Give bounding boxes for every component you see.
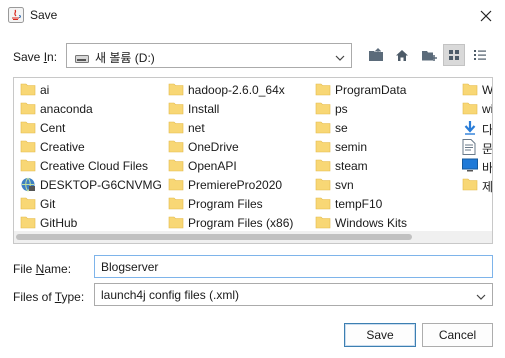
file-item-name: PremierePro2020 <box>188 178 283 192</box>
file-type-label: Files of Type: <box>13 290 85 304</box>
folder-icon <box>20 139 36 154</box>
details-view-icon <box>474 50 486 60</box>
folder-icon <box>315 196 331 211</box>
drive-icon <box>75 52 89 66</box>
folder-icon <box>20 82 36 97</box>
folder-icon <box>20 120 36 135</box>
file-item-name: ProgramData <box>335 83 407 97</box>
folder-icon <box>168 158 184 173</box>
file-item-name: ai <box>40 83 50 97</box>
file-type-select[interactable]: launch4j config files (.xml) <box>94 283 493 306</box>
file-item-name: anaconda <box>40 102 93 116</box>
file-item-name: semin <box>335 140 368 154</box>
new-folder-button[interactable] <box>418 44 440 66</box>
folder-icon <box>462 101 478 116</box>
folder-icon <box>315 215 331 230</box>
close-button[interactable] <box>473 3 499 29</box>
folder-icon <box>315 101 331 116</box>
folder-icon <box>20 158 36 173</box>
file-item-name: hadoop-2.6.0_64x <box>188 83 285 97</box>
folder-icon <box>168 82 184 97</box>
file-name-input[interactable]: Blogserver <box>94 255 493 278</box>
file-item-name: DESKTOP-G6CNVMG <box>40 178 162 192</box>
file-item-name: Windows Kits <box>335 216 408 230</box>
new-folder-icon <box>422 50 437 61</box>
file-item-name: svn <box>335 178 354 192</box>
folder-icon <box>168 177 184 192</box>
file-item-name: Cent <box>40 121 66 135</box>
folder-icon <box>315 139 331 154</box>
file-item-name: W <box>482 83 493 97</box>
file-item-name: Creative <box>40 140 85 154</box>
folder-icon <box>20 215 36 230</box>
file-item-name: 바 <box>482 161 493 175</box>
file-name-value: Blogserver <box>101 260 159 274</box>
file-item-name: net <box>188 121 205 135</box>
list-view-icon <box>449 50 459 60</box>
file-item-name: Git <box>40 197 56 211</box>
desktop-icon <box>462 158 478 173</box>
horizontal-scrollbar[interactable] <box>14 231 492 243</box>
home-button[interactable] <box>391 44 413 66</box>
up-folder-icon <box>369 48 383 61</box>
file-name-label: File Name: <box>13 262 72 276</box>
chevron-down-icon <box>476 290 486 304</box>
file-item-name: 제 <box>482 180 493 194</box>
folder-icon <box>168 120 184 135</box>
window-title: Save <box>30 8 58 22</box>
chevron-down-icon <box>335 51 345 65</box>
file-item-name: OneDrive <box>188 140 239 154</box>
folder-icon <box>462 82 478 97</box>
cancel-button[interactable]: Cancel <box>422 323 493 347</box>
file-item-name: 문 <box>482 142 493 156</box>
look-in-combo[interactable]: 새 볼륨 (D:) <box>66 43 352 68</box>
folder-icon <box>168 215 184 230</box>
document-icon <box>462 139 478 155</box>
close-icon <box>480 10 492 22</box>
save-button[interactable]: Save <box>344 323 416 347</box>
folder-icon <box>462 177 478 192</box>
title-bar: Save <box>0 0 505 32</box>
file-item-name: tempF10 <box>335 197 383 211</box>
network-computer-icon <box>20 177 36 192</box>
file-item-name: GitHub <box>40 216 78 230</box>
file-item-name: se <box>335 121 348 135</box>
folder-icon <box>168 139 184 154</box>
list-view-button[interactable] <box>443 44 465 66</box>
file-item-name: Program Files (x86) <box>188 216 294 230</box>
folder-icon <box>315 82 331 97</box>
folder-icon <box>315 158 331 173</box>
look-in-label: Save In: <box>13 50 58 64</box>
look-in-value: 새 볼륨 (D:) <box>95 51 155 65</box>
folder-icon <box>168 196 184 211</box>
java-icon <box>8 7 24 23</box>
save-dialog: Save Save In: 새 볼륨 (D:) ai anaconda Cent… <box>0 0 505 358</box>
file-item-name: steam <box>335 159 368 173</box>
file-item-name: 다 <box>482 123 493 137</box>
folder-icon <box>315 177 331 192</box>
file-list[interactable]: ai anaconda Cent Creative Creative Cloud Fil… <box>13 77 493 244</box>
scrollbar-thumb[interactable] <box>16 234 412 240</box>
file-item-name: wi <box>482 102 493 116</box>
folder-icon <box>20 101 36 116</box>
file-item-name: Program Files <box>188 197 263 211</box>
file-item-name: OpenAPI <box>188 159 237 173</box>
download-icon <box>462 120 478 135</box>
details-view-button[interactable] <box>469 44 491 66</box>
file-item-name: ps <box>335 102 348 116</box>
folder-icon <box>315 120 331 135</box>
home-icon <box>396 49 408 61</box>
file-item-name: Creative Cloud Files <box>40 159 149 173</box>
file-type-value: launch4j config files (.xml) <box>101 288 240 302</box>
up-folder-button[interactable] <box>365 44 387 66</box>
folder-icon <box>168 101 184 116</box>
folder-icon <box>20 196 36 211</box>
file-item-name: Install <box>188 102 220 116</box>
